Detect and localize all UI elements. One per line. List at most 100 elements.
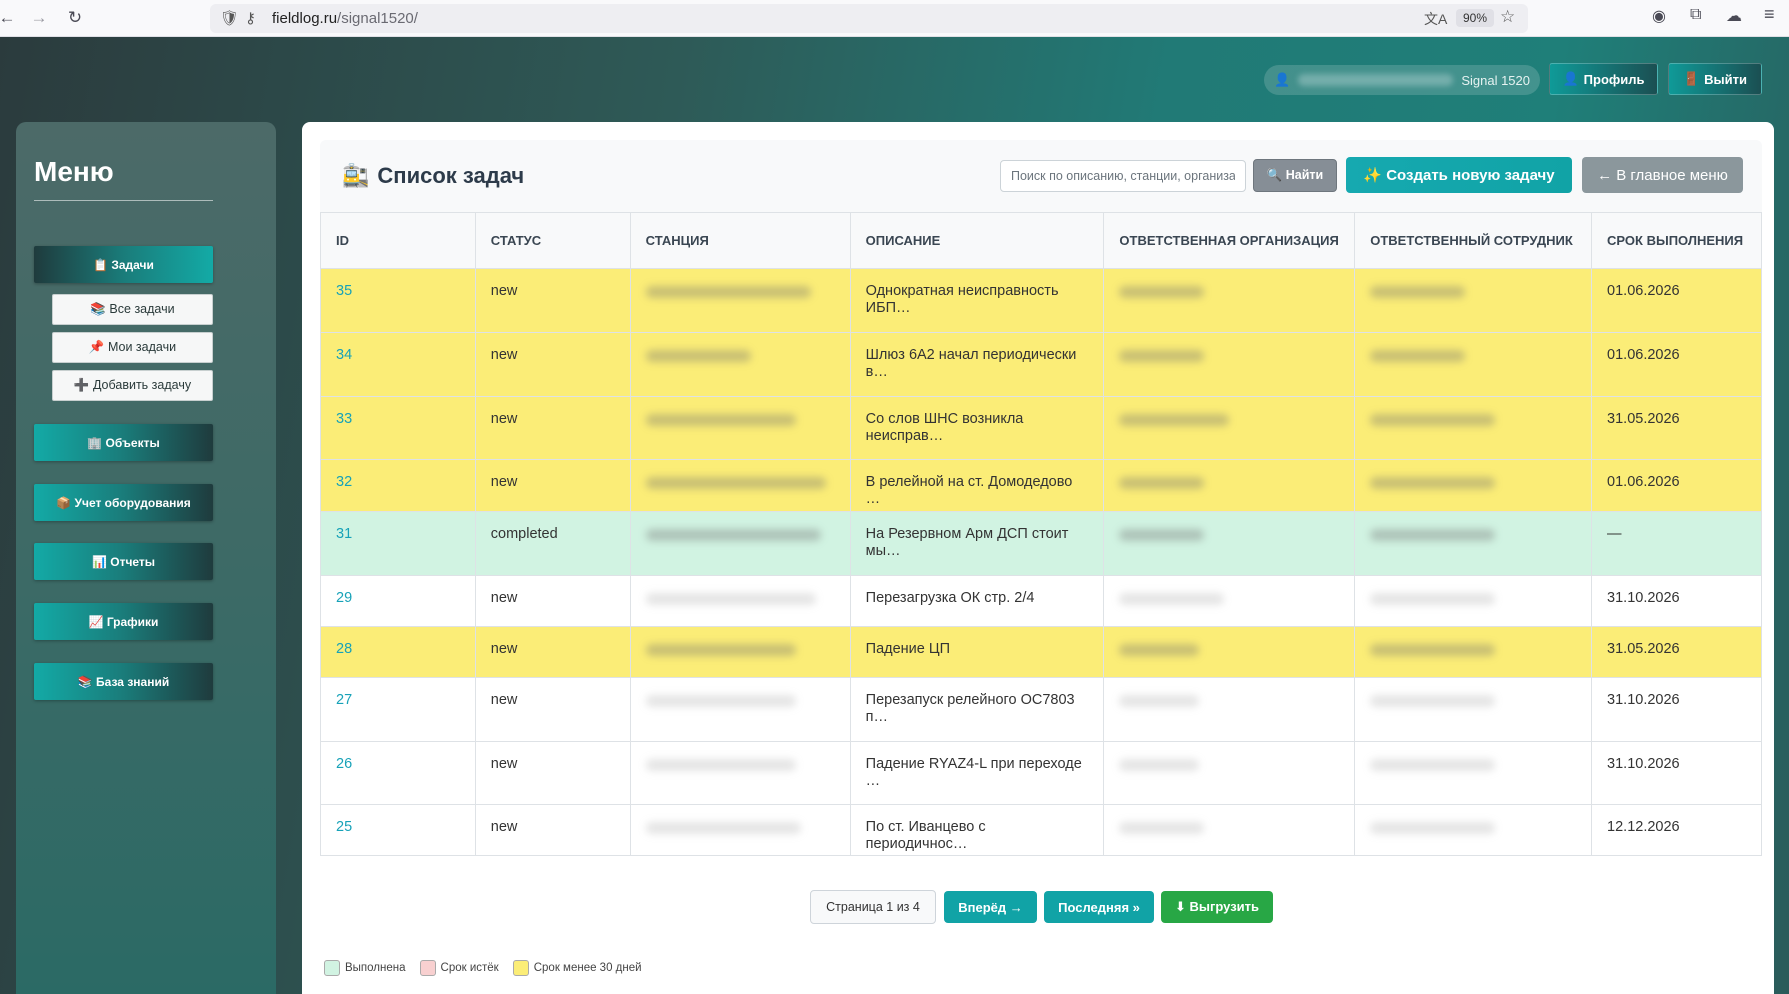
sidebar-item-label: 📦 Учет оборудования: [56, 495, 191, 510]
export-button[interactable]: ⬇ Выгрузить: [1161, 891, 1273, 923]
task-deadline: 01.06.2026: [1591, 268, 1762, 333]
search-input[interactable]: [1000, 160, 1246, 192]
forward-icon[interactable]: →: [26, 6, 52, 30]
sidebar-subitem-my-tasks[interactable]: 📌 Мои задачи: [52, 332, 213, 363]
column-header-org[interactable]: Ответственная организация: [1103, 212, 1356, 269]
task-org-redacted: [1103, 741, 1356, 805]
extensions-icon[interactable]: ⧉: [1690, 6, 1701, 24]
main-menu-button[interactable]: ← В главное меню: [1582, 157, 1743, 193]
task-employee-redacted: [1354, 459, 1593, 512]
sidebar-subitem-label: 📚 Все задачи: [90, 302, 175, 316]
task-deadline: 31.10.2026: [1591, 741, 1762, 805]
next-page-button[interactable]: Вперёд →: [944, 891, 1037, 923]
task-id-link[interactable]: 29: [320, 575, 476, 627]
task-status: new: [474, 396, 631, 460]
sidebar-subitem-all-tasks[interactable]: 📚 Все задачи: [52, 294, 213, 325]
column-header-station[interactable]: Станция: [629, 212, 851, 269]
column-header-status[interactable]: Статус: [474, 212, 631, 269]
sidebar-item-knowledge-base[interactable]: 📚 База знаний: [34, 663, 213, 700]
sidebar-item-charts[interactable]: 📈 Графики: [34, 603, 213, 640]
translate-icon[interactable]: 文A: [1424, 9, 1447, 29]
sidebar-item-reports[interactable]: 📊 Отчеты: [34, 543, 213, 580]
profile-button[interactable]: 👤 Профиль: [1549, 63, 1658, 95]
tasks-table: ID Статус Станция Описание Ответственная…: [320, 212, 1762, 856]
sidebar-item-tasks-label: 📋 Задачи: [93, 257, 154, 272]
table-row[interactable]: 31 completed На Резервном Арм ДСП стоит …: [320, 511, 1762, 576]
sidebar-item-tasks[interactable]: 📋 Задачи: [34, 246, 213, 283]
sidebar-subitem-label: ➕ Добавить задачу: [73, 378, 192, 392]
table-row[interactable]: 33 new Со слов ШНС возникла неисправ… 31…: [320, 396, 1762, 460]
task-status: new: [474, 677, 631, 742]
task-deadline: 01.06.2026: [1591, 459, 1762, 512]
task-deadline: 31.10.2026: [1591, 677, 1762, 742]
reload-icon[interactable]: ↻: [62, 6, 88, 30]
sidebar-subitem-add-task[interactable]: ➕ Добавить задачу: [52, 370, 213, 401]
task-id-link[interactable]: 25: [320, 804, 476, 856]
sidebar-title: Меню: [34, 156, 114, 187]
task-employee-redacted: [1354, 626, 1593, 678]
column-header-description[interactable]: Описание: [849, 212, 1105, 269]
table-row[interactable]: 32 new В релейной на ст. Домодедово … 01…: [320, 459, 1762, 512]
column-header-employee[interactable]: Ответственный сотрудник: [1354, 212, 1593, 269]
table-row[interactable]: 27 new Перезапуск релейного ОС7803 п… 31…: [320, 677, 1762, 742]
table-row[interactable]: 29 new Перезагрузка ОК стр. 2/4 31.10.20…: [320, 575, 1762, 627]
task-id-link[interactable]: 33: [320, 396, 476, 460]
back-icon[interactable]: ←: [0, 6, 20, 30]
last-page-button[interactable]: Последняя »: [1044, 891, 1154, 923]
task-description: Перезапуск релейного ОС7803 п…: [849, 677, 1105, 742]
legend-item-expired: Срок истёк: [419, 960, 499, 976]
task-station-redacted: [629, 511, 851, 576]
task-id-link[interactable]: 28: [320, 626, 476, 678]
account-icon[interactable]: ◉: [1652, 6, 1666, 26]
zoom-level[interactable]: 90%: [1456, 9, 1495, 27]
task-id-link[interactable]: 27: [320, 677, 476, 742]
sync-icon[interactable]: ☁: [1726, 6, 1742, 26]
key-icon[interactable]: ⚷: [245, 9, 256, 27]
legend-item-completed: Выполнена: [324, 960, 406, 976]
task-id-link[interactable]: 34: [320, 332, 476, 397]
task-description: По ст. Иванцево с периодичнос…: [849, 804, 1105, 856]
sidebar-item-label: 📈 Графики: [88, 614, 159, 629]
main-content: 🚉 Список задач 🔍 Найти ✨ Создать новую з…: [302, 122, 1774, 994]
table-row[interactable]: 26 new Падение RYAZ4-L при переходе … 31…: [320, 741, 1762, 805]
table-row[interactable]: 35 new Однократная неисправность ИБП… 01…: [320, 268, 1762, 333]
next-page-label: Вперёд →: [958, 899, 1023, 915]
table-row[interactable]: 25 new По ст. Иванцево с периодичнос… 12…: [320, 804, 1762, 856]
create-task-button[interactable]: ✨ Создать новую задачу: [1346, 157, 1572, 193]
legend-swatch-icon: [419, 960, 436, 976]
card-header: 🚉 Список задач 🔍 Найти ✨ Создать новую з…: [320, 140, 1762, 212]
task-description: Со слов ШНС возникла неисправ…: [849, 396, 1105, 460]
table-row[interactable]: 28 new Падение ЦП 31.05.2026: [320, 626, 1762, 678]
address-bar[interactable]: 🛡 ⚷ fieldlog.ru/signal1520/ 文A 90% ☆: [210, 4, 1528, 33]
hamburger-menu-icon[interactable]: ≡: [1764, 4, 1775, 25]
search-button[interactable]: 🔍 Найти: [1253, 159, 1337, 192]
task-deadline: —: [1591, 511, 1762, 576]
task-id-link[interactable]: 35: [320, 268, 476, 333]
legend-label: Срок менее 30 дней: [533, 962, 642, 974]
last-page-label: Последняя »: [1058, 899, 1140, 915]
legend-swatch-icon: [512, 960, 529, 976]
task-id-link[interactable]: 31: [320, 511, 476, 576]
task-employee-redacted: [1354, 511, 1593, 576]
task-description: Однократная неисправность ИБП…: [849, 268, 1105, 333]
task-employee-redacted: [1354, 677, 1593, 742]
column-header-deadline[interactable]: Срок выполнения: [1591, 212, 1762, 269]
shield-icon[interactable]: 🛡: [220, 9, 239, 27]
sidebar: Меню 📋 Задачи 📚 Все задачи 📌 Мои задачи …: [16, 122, 276, 994]
task-id-link[interactable]: 32: [320, 459, 476, 512]
task-station-redacted: [629, 677, 851, 742]
bookmark-star-icon[interactable]: ☆: [1500, 7, 1515, 27]
task-employee-redacted: [1354, 575, 1593, 627]
column-header-id[interactable]: ID: [320, 212, 476, 269]
logout-button[interactable]: 🚪 Выйти: [1668, 63, 1762, 95]
sidebar-item-equipment[interactable]: 📦 Учет оборудования: [34, 484, 213, 521]
user-info: 👤 Signal 1520: [1264, 65, 1540, 95]
table-row[interactable]: 34 new Шлюз 6А2 начал периодически в… 01…: [320, 332, 1762, 397]
legend-item-due-soon: Срок менее 30 дней: [512, 960, 642, 976]
task-org-redacted: [1103, 459, 1356, 512]
task-id-link[interactable]: 26: [320, 741, 476, 805]
url-text[interactable]: fieldlog.ru/signal1520/: [272, 10, 418, 27]
task-station-redacted: [629, 332, 851, 397]
train-station-icon: 🚉: [342, 163, 370, 188]
sidebar-item-objects[interactable]: 🏢 Объекты: [34, 424, 213, 461]
